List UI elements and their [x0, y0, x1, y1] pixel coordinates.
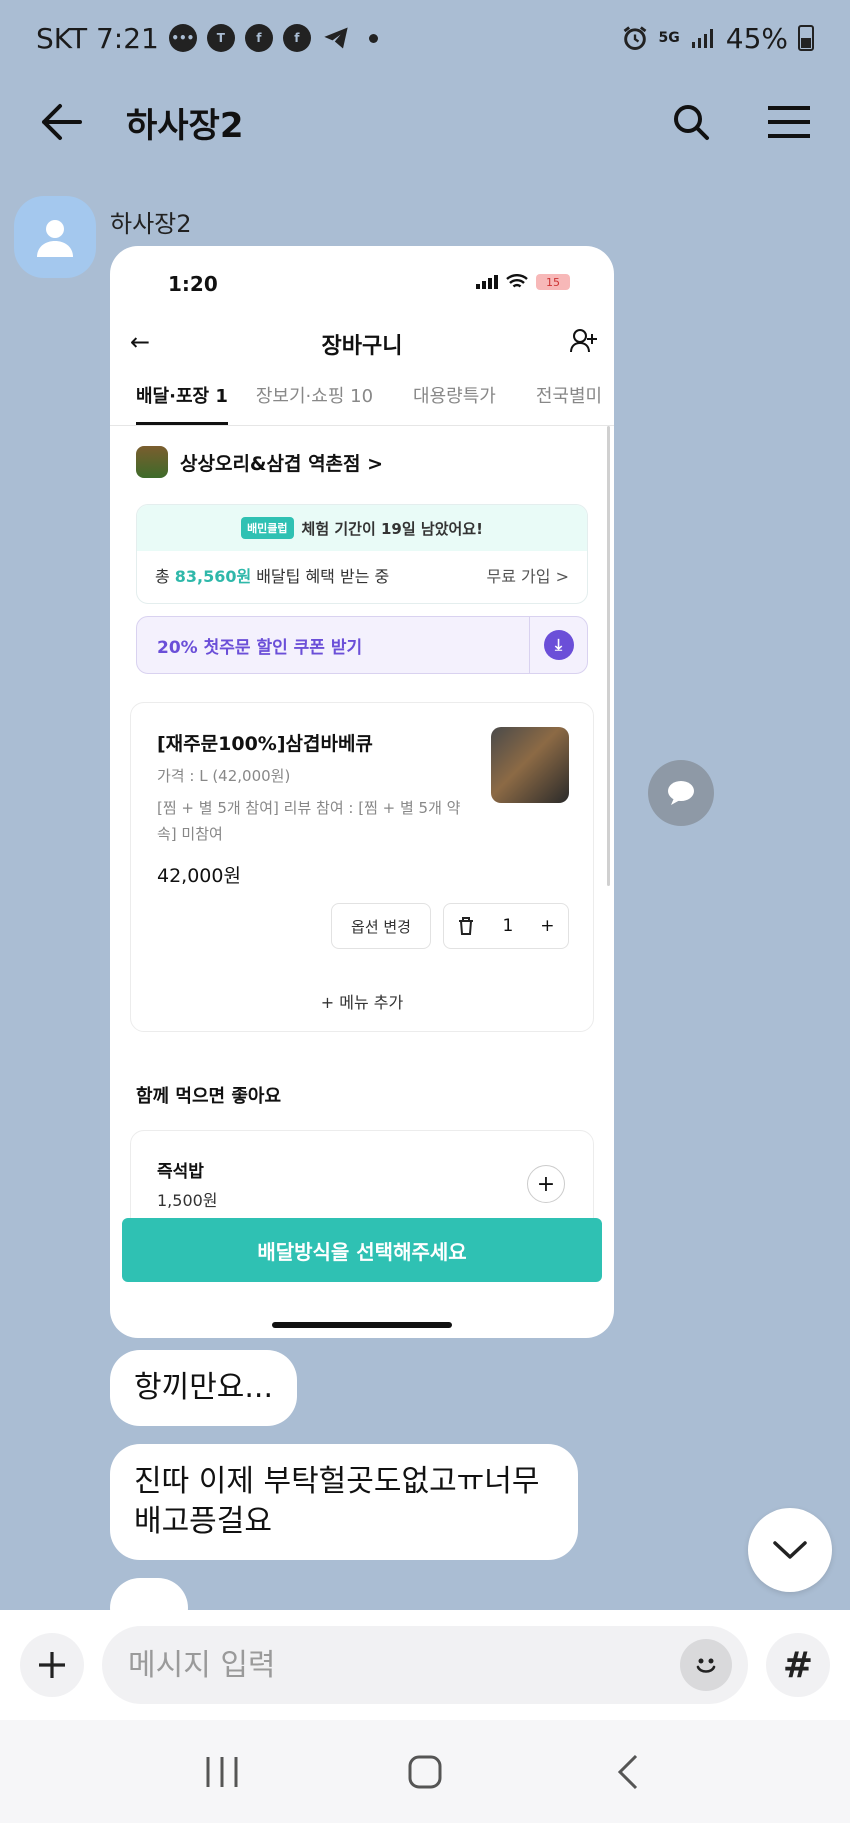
- kakaotalk-notification-icon: T: [206, 24, 235, 52]
- emoji-button[interactable]: [680, 1639, 732, 1691]
- item-name: [재주문100%]삼겹바베큐: [157, 733, 373, 755]
- image-tab-local: 전국별미: [535, 386, 603, 407]
- sender-name: 하사장2: [110, 210, 192, 238]
- recent-apps-button[interactable]: [187, 1742, 257, 1802]
- image-promo-box: 배민클럽 체험 기간이 19일 남았어요! 총 83,560원 배달팁 혜택 받…: [136, 504, 588, 604]
- chat-header: 하사장2: [0, 82, 850, 162]
- search-icon: [674, 105, 709, 140]
- quantity-value: 1: [502, 916, 514, 936]
- quantity-stepper: 1 +: [443, 903, 569, 949]
- message-input-wrapper: [102, 1626, 748, 1704]
- facebook-notification-icon-2: f: [282, 24, 311, 52]
- menu-button[interactable]: [764, 97, 814, 147]
- telegram-notification-icon: [324, 27, 348, 49]
- image-add-user-icon: [570, 328, 598, 360]
- add-menu: + 메뉴 추가: [320, 993, 404, 1012]
- promo-suffix: 배달팁 혜택 받는 중: [256, 567, 390, 586]
- message-input-bar: #: [0, 1610, 850, 1720]
- promo-text: 체험 기간이 19일 남았어요!: [301, 519, 483, 538]
- home-icon: [408, 1755, 442, 1788]
- image-tab-bulk: 대용량특가: [413, 386, 496, 407]
- image-tab-shopping: 장보기·쇼핑 10: [255, 386, 374, 407]
- nav-back-button[interactable]: [593, 1742, 663, 1802]
- reply-button[interactable]: [648, 760, 714, 826]
- signal-icon: [691, 29, 713, 48]
- image-tab-delivery: 배달·포장 1: [136, 382, 228, 425]
- facebook-notification-icon: f: [244, 24, 273, 52]
- person-icon: [37, 220, 73, 257]
- side-name: 즉석밥: [157, 1162, 204, 1182]
- image-signal-icon: [476, 275, 498, 289]
- image-wifi-icon: [506, 274, 528, 288]
- chat-title: 하사장2: [126, 105, 244, 146]
- promo-bottom: 총 83,560원 배달팁 혜택 받는 중 무료 가입 >: [137, 551, 587, 599]
- status-bar: SKT 7:21 ••• T f f 5G 45%: [0, 0, 850, 76]
- battery-icon: [798, 25, 814, 51]
- plus-icon: [39, 1652, 65, 1678]
- download-icon: ⤓: [543, 630, 574, 660]
- message-bubble[interactable]: 항끼만요...: [110, 1350, 298, 1426]
- message-bubble[interactable]: 진따 이제 부탁헐곳도없고ㅠ너무 배고픙걸요: [110, 1444, 578, 1560]
- image-phone-status: 15: [476, 274, 570, 290]
- coupon-download: ⤓: [529, 617, 587, 673]
- sender-avatar[interactable]: [14, 196, 96, 278]
- item-thumbnail: [491, 727, 569, 803]
- carrier-time: SKT 7:21: [36, 21, 159, 55]
- chevron-down-icon: [773, 1541, 807, 1559]
- more-notifications-dot: [368, 33, 378, 43]
- image-scrollbar: [607, 426, 610, 886]
- together-title: 함께 먹으면 좋아요: [136, 1086, 282, 1107]
- arrow-left-icon: [42, 104, 82, 140]
- side-add-icon: +: [527, 1165, 565, 1203]
- status-right: 5G 45%: [621, 22, 814, 55]
- message-text: 항끼만요...: [134, 1370, 274, 1405]
- select-delivery-button: 배달방식을 선택해주세요: [122, 1218, 602, 1282]
- alarm-icon: [623, 26, 646, 50]
- hashtag-button[interactable]: #: [766, 1633, 830, 1697]
- home-button[interactable]: [390, 1742, 460, 1802]
- image-home-indicator: [272, 1322, 452, 1328]
- image-phone-time: 1:20: [168, 272, 218, 296]
- attach-button[interactable]: [20, 1633, 84, 1697]
- item-price: 42,000원: [157, 865, 241, 887]
- promo-amount: 83,560원: [174, 567, 252, 586]
- store-name: 상상오리&삼겹 역촌점 >: [180, 452, 384, 475]
- image-cart-tabs: 배달·포장 1 장보기·쇼핑 10 대용량특가 전국별미: [110, 382, 614, 426]
- promo-top: 배민클럽 체험 기간이 19일 남았어요!: [137, 505, 587, 551]
- promo-badge: 배민클럽: [241, 517, 294, 539]
- message-text: 진따 이제 부탁헐곳도없고ㅠ너무 배고픙걸요: [134, 1464, 540, 1539]
- option-change-button: 옵션 변경: [331, 903, 431, 949]
- promo-prefix: 총: [155, 567, 170, 586]
- plus-icon: +: [540, 916, 555, 936]
- system-nav-bar: [0, 1720, 850, 1823]
- image-battery: 15: [536, 274, 570, 290]
- item-option: [찜 + 별 5개 참여] 리뷰 참여 : [찜 + 별 5개 약속] 미참여: [157, 799, 461, 843]
- trash-icon: [459, 917, 474, 935]
- image-cart-title: 장바구니: [321, 334, 403, 359]
- coupon-text: 20% 첫주문 할인 쿠폰 받기: [157, 637, 363, 658]
- network-type: 5G: [658, 30, 680, 46]
- image-coupon-box: 20% 첫주문 할인 쿠폰 받기 ⤓: [136, 616, 588, 674]
- smiley-icon: [696, 1658, 716, 1673]
- header-actions: [666, 97, 814, 147]
- scroll-to-bottom-button[interactable]: [748, 1508, 832, 1592]
- message-notification-icon: •••: [168, 24, 197, 52]
- side-price: 1,500원: [157, 1191, 218, 1210]
- image-store-row: 상상오리&삼겹 역촌점 >: [136, 446, 383, 478]
- search-button[interactable]: [666, 97, 716, 147]
- status-left: SKT 7:21 ••• T f f: [36, 22, 378, 55]
- chevron-left-icon: [618, 1754, 638, 1789]
- battery-percent: 45%: [725, 21, 788, 55]
- message-input[interactable]: [128, 1647, 680, 1683]
- hamburger-menu-icon: [768, 106, 810, 138]
- promo-join: 무료 가입 >: [486, 567, 569, 586]
- speech-bubble-icon: [668, 781, 694, 805]
- back-button[interactable]: [36, 97, 86, 147]
- recent-apps-icon: [206, 1756, 238, 1787]
- image-message[interactable]: 1:20 15 ← 장바구니 배달·포장 1 장보기·쇼핑 10 대용량특가 전…: [110, 246, 614, 1338]
- item-price-label: 가격 : L (42,000원): [157, 767, 291, 785]
- image-item-card: [재주문100%]삼겹바베큐 가격 : L (42,000원) [찜 + 별 5…: [130, 702, 594, 1032]
- store-logo: [136, 446, 168, 478]
